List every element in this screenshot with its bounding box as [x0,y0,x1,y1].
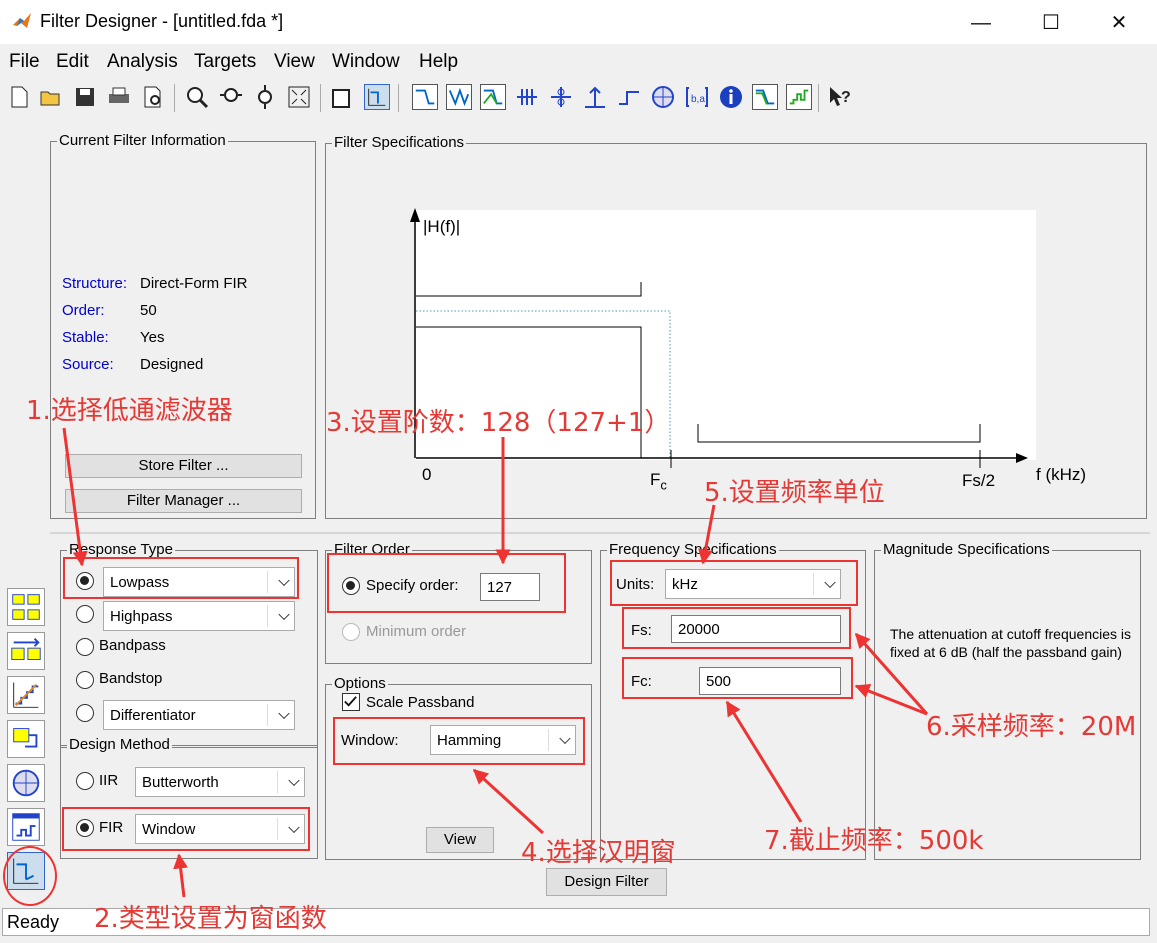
annotation-1: 1.选择低通滤波器 [26,396,233,426]
annotation-6: 6.采样频率：20M [926,712,1137,742]
annotation-5: 5.设置频率单位 [704,478,885,508]
annotation-7: 7.截止频率：500k [764,826,984,856]
annotation-2: 2.类型设置为窗函数 [94,904,327,934]
annotation-arrows [62,427,929,898]
annotation-4: 4.选择汉明窗 [521,838,676,868]
annotation-3: 3.设置阶数：128（127+1） [326,408,671,438]
